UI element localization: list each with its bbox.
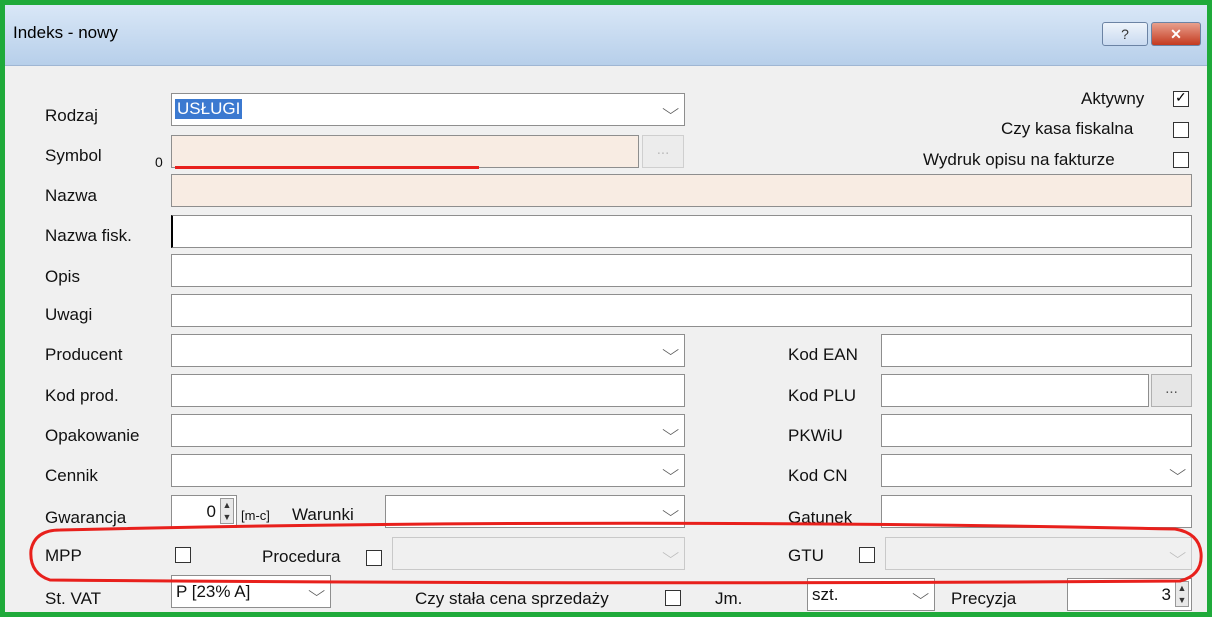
symbol-label: Symbol — [45, 146, 102, 165]
gtu-label: GTU — [788, 546, 824, 565]
gatunek-label: Gatunek — [788, 508, 853, 527]
kod-plu-label: Kod PLU — [788, 386, 857, 405]
symbol-required-underline — [175, 166, 479, 169]
pkwiu-input[interactable] — [881, 414, 1192, 447]
symbol-browse-button[interactable]: ... — [642, 135, 684, 168]
jm-label: Jm. — [715, 589, 743, 608]
warunki-label: Warunki — [292, 505, 354, 524]
wydruk-opisu-label: Wydruk opisu na fakturze — [923, 150, 1115, 169]
symbol-counter: 0 — [155, 154, 163, 170]
kod-plu-browse-button[interactable]: ... — [1151, 374, 1192, 407]
rodzaj-select[interactable]: USŁUGI ⌵ — [171, 93, 685, 126]
chevron-down-icon: ⌵ — [661, 101, 679, 118]
chevron-down-icon: ⌵ — [661, 422, 679, 439]
chevron-down-icon: ⌵ — [1168, 545, 1186, 562]
cennik-label: Cennik — [45, 466, 98, 485]
chevron-down-icon: ⌵ — [1168, 462, 1186, 479]
chevron-down-icon: ⌵ — [911, 586, 929, 603]
help-button[interactable]: ? — [1102, 22, 1148, 46]
chevron-down-icon: ⌵ — [661, 342, 679, 359]
gwarancja-input[interactable]: 0 ▲ ▼ — [171, 495, 237, 528]
opis-input[interactable] — [171, 254, 1192, 287]
spinner-arrows-icon[interactable]: ▲ ▼ — [220, 498, 234, 524]
kod-prod-label: Kod prod. — [45, 386, 119, 405]
wydruk-opisu-checkbox[interactable] — [1173, 152, 1189, 168]
nazwa-fisk-input[interactable] — [171, 215, 1192, 248]
nazwa-label: Nazwa — [45, 186, 97, 205]
pkwiu-label: PKWiU — [788, 426, 843, 445]
opakowanie-label: Opakowanie — [45, 426, 140, 445]
warunki-select[interactable]: ⌵ — [385, 495, 685, 528]
procedura-select[interactable]: ⌵ — [392, 537, 685, 570]
cennik-select[interactable]: ⌵ — [171, 454, 685, 487]
aktywny-label: Aktywny — [1081, 89, 1145, 108]
gwarancja-label: Gwarancja — [45, 508, 127, 527]
rodzaj-label: Rodzaj — [45, 106, 98, 125]
chevron-down-icon: ⌵ — [661, 503, 679, 520]
aktywny-checkbox[interactable]: ✓ — [1173, 89, 1189, 107]
mpp-checkbox[interactable] — [175, 547, 191, 563]
kod-cn-select[interactable]: ⌵ — [881, 454, 1192, 487]
chevron-down-icon: ⌵ — [661, 545, 679, 562]
precyzja-input[interactable]: 3 ▲ ▼ — [1067, 578, 1192, 611]
st-vat-label: St. VAT — [45, 589, 102, 608]
stala-cena-label: Czy stała cena sprzedaży — [415, 589, 609, 608]
dialog-window: Indeks - nowy ? ✕ Rodzaj USŁUGI ⌵ Symbol… — [0, 0, 1212, 617]
kod-ean-input[interactable] — [881, 334, 1192, 367]
opis-label: Opis — [45, 267, 80, 286]
procedura-label: Procedura — [262, 547, 341, 566]
chevron-down-icon: ⌵ — [661, 462, 679, 479]
title-bar: Indeks - nowy ? ✕ — [5, 5, 1207, 66]
nazwa-fisk-label: Nazwa fisk. — [45, 226, 132, 245]
close-button[interactable]: ✕ — [1151, 22, 1201, 46]
st-vat-select[interactable]: P [23% A] ⌵ — [171, 575, 331, 608]
spinner-arrows-icon[interactable]: ▲ ▼ — [1175, 581, 1189, 607]
nazwa-input[interactable] — [171, 174, 1192, 207]
precyzja-label: Precyzja — [951, 589, 1017, 608]
kod-ean-label: Kod EAN — [788, 345, 858, 364]
producent-label: Producent — [45, 345, 123, 364]
checkmark-icon: ✓ — [1175, 89, 1187, 105]
stala-cena-checkbox[interactable] — [665, 590, 681, 606]
close-icon: ✕ — [1170, 25, 1182, 42]
kod-cn-label: Kod CN — [788, 466, 848, 485]
producent-select[interactable]: ⌵ — [171, 334, 685, 367]
mpp-label: MPP — [45, 546, 82, 565]
kod-prod-input[interactable] — [171, 374, 685, 407]
kasa-fiskalna-label: Czy kasa fiskalna — [1001, 119, 1134, 138]
chevron-down-icon: ⌵ — [307, 583, 325, 600]
procedura-checkbox[interactable] — [366, 550, 382, 566]
gtu-checkbox[interactable] — [859, 547, 875, 563]
gwarancja-unit: [m-c] — [241, 508, 270, 523]
help-icon: ? — [1121, 26, 1129, 42]
kod-plu-input[interactable] — [881, 374, 1149, 407]
opakowanie-select[interactable]: ⌵ — [171, 414, 685, 447]
kasa-fiskalna-checkbox[interactable] — [1173, 122, 1189, 138]
gatunek-input[interactable] — [881, 495, 1192, 528]
rodzaj-value: USŁUGI — [175, 99, 243, 119]
gtu-select[interactable]: ⌵ — [885, 537, 1192, 570]
jm-select[interactable]: szt. ⌵ — [807, 578, 935, 611]
window-title: Indeks - nowy — [13, 23, 118, 42]
uwagi-label: Uwagi — [45, 305, 93, 324]
uwagi-input[interactable] — [171, 294, 1192, 327]
symbol-input[interactable] — [171, 135, 639, 168]
